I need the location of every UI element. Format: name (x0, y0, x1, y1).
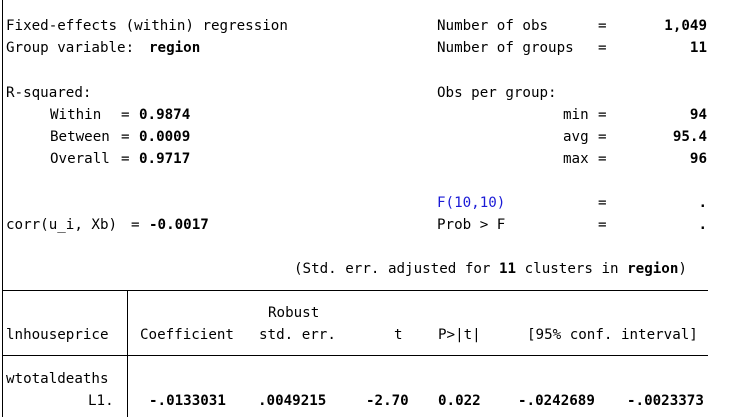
avg-label: avg (563, 129, 589, 145)
prob-label: Prob > F (437, 217, 506, 233)
corr-eq: = (131, 217, 140, 233)
col-t: t (394, 327, 403, 343)
rsq-within-eq: = (121, 107, 130, 123)
rsq-label: R-squared: (6, 85, 92, 101)
ngroups-eq: = (598, 40, 607, 56)
f-eq: = (598, 195, 607, 211)
se-value: .0049215 (258, 393, 327, 409)
rsq-within-label: Within (50, 107, 102, 123)
nobs-value: 1,049 (664, 18, 707, 34)
ci-high-value: -.0023373 (627, 393, 704, 409)
prob-eq: = (598, 217, 607, 233)
corr-value: -0.0017 (149, 217, 209, 233)
regression-title: Fixed-effects (within) regression (6, 18, 288, 34)
rsq-between-label: Between (50, 129, 110, 145)
prob-value: . (698, 217, 707, 233)
f-value: . (698, 195, 707, 211)
obs-per-group-label: Obs per group: (437, 85, 557, 101)
var-name: wtotaldeaths (6, 371, 109, 387)
rsq-between-value: 0.0009 (139, 129, 191, 145)
group-var-value: region (149, 40, 201, 56)
rsq-within-value: 0.9874 (139, 107, 191, 123)
rsq-overall-eq: = (121, 151, 130, 167)
depvar-name: lnhouseprice (6, 327, 109, 343)
table-divider (127, 290, 128, 417)
row-lag-label: L1. (88, 393, 114, 409)
p-value: 0.022 (438, 393, 481, 409)
avg-eq: = (598, 129, 607, 145)
table-header-rule (3, 355, 708, 356)
corr-label: corr(u_i, Xb) (6, 217, 118, 233)
col-conf-interval: [95% conf. interval] (527, 327, 698, 343)
min-label: min (563, 107, 589, 123)
nobs-label: Number of obs (437, 18, 549, 34)
cluster-note: (Std. err. adjusted for 11 clusters in r… (294, 261, 687, 277)
coef-value: -.0133031 (149, 393, 226, 409)
max-label: max (563, 151, 589, 167)
col-coefficient: Coefficient (140, 327, 234, 343)
robust-label: Robust (268, 305, 320, 321)
max-eq: = (598, 151, 607, 167)
ci-low-value: -.0242689 (518, 393, 595, 409)
min-value: 94 (689, 107, 707, 123)
col-std-err: std. err. (259, 327, 336, 343)
ngroups-label: Number of groups (437, 40, 574, 56)
avg-value: 95.4 (672, 129, 707, 145)
rsq-overall-label: Overall (50, 151, 110, 167)
max-value: 96 (689, 151, 707, 167)
nobs-eq: = (598, 18, 607, 34)
rsq-between-eq: = (121, 129, 130, 145)
min-eq: = (598, 107, 607, 123)
ngroups-value: 11 (689, 40, 707, 56)
t-value: -2.70 (366, 393, 409, 409)
col-pvalue: P>|t| (438, 327, 481, 343)
f-stat-link[interactable]: F(10,10) (437, 194, 505, 212)
group-var-label: Group variable: (6, 40, 135, 56)
table-top-rule (3, 290, 708, 291)
rsq-overall-value: 0.9717 (139, 151, 191, 167)
